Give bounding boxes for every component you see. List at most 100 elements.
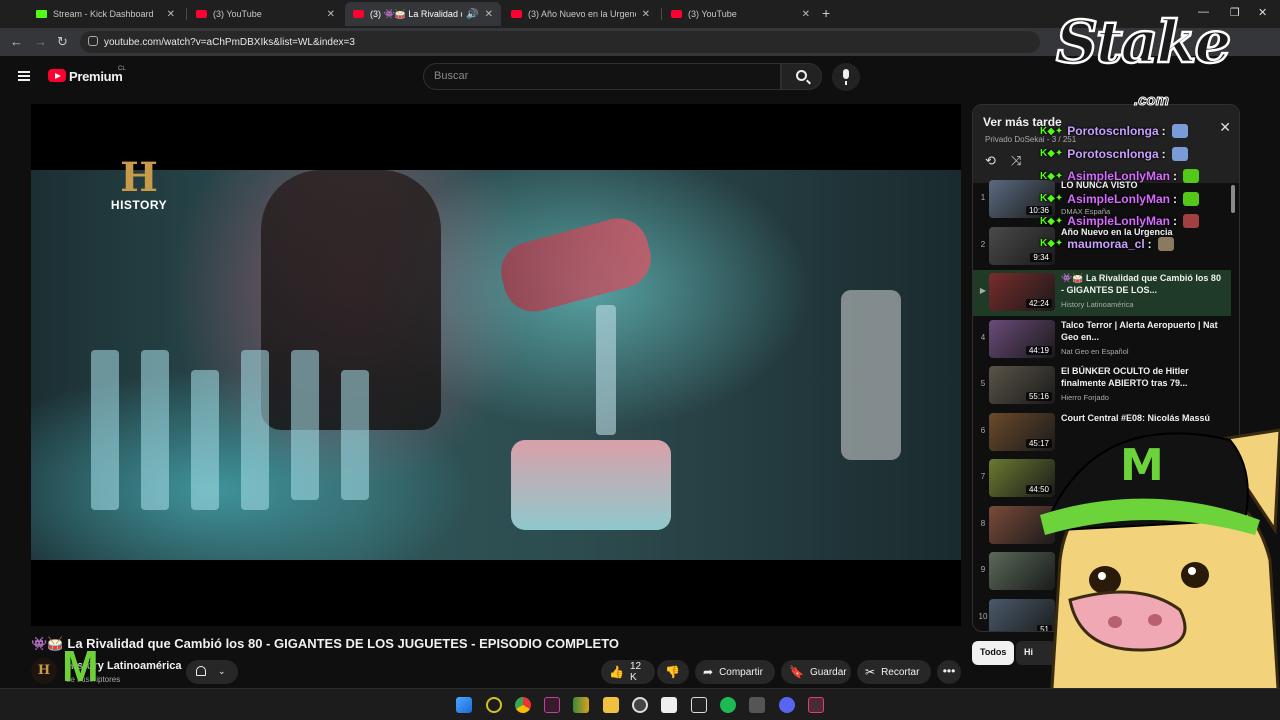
video-frame <box>31 170 961 560</box>
video-thumbnail[interactable]: 55:16 <box>989 366 1055 404</box>
playlist-item-index: 2 <box>980 239 986 249</box>
duration-badge: 44:19 <box>1025 345 1052 355</box>
chat-emote-icon <box>1182 214 1199 228</box>
stream-chat-overlay: K◆✦ Porotoscnlonga: K◆✦ Porotoscnlonga: K◆✦ A… <box>1040 120 1255 260</box>
playlist-item-index: 1 <box>980 193 986 202</box>
playlist-item-channel[interactable]: Nat Geo en Español <box>1061 347 1129 356</box>
chat-message: K◆✦ AsimpleLonlyMan: <box>1040 212 1199 230</box>
site-info-icon[interactable] <box>88 36 98 46</box>
youtube-favicon-icon <box>196 10 207 18</box>
chat-badges-icon: K◆✦ <box>1040 125 1064 137</box>
app-icon[interactable] <box>573 697 589 713</box>
playlist-item[interactable]: 5 55:16 El BÚNKER OCULTO de Hitler finalme… <box>973 363 1231 409</box>
chat-username: AsimpleLonlyMan <box>1067 169 1170 183</box>
video-player[interactable]: H HISTORY <box>31 104 961 626</box>
discord-icon[interactable] <box>779 697 795 713</box>
new-tab-icon[interactable]: + <box>822 5 830 21</box>
scissors-icon: ✂ <box>865 665 876 679</box>
search-input[interactable]: Buscar <box>423 63 781 90</box>
forward-icon[interactable]: → <box>34 34 47 49</box>
chat-emote-icon <box>1171 124 1188 138</box>
search-icon <box>796 70 807 81</box>
chat-emote-icon <box>1182 191 1199 206</box>
video-thumbnail[interactable]: 44:19 <box>989 319 1055 358</box>
cat-mascot-overlay: M <box>1040 428 1280 720</box>
history-channel-watermark: H HISTORY <box>110 154 168 213</box>
playlist-item-title[interactable]: 👾🥁 La Rivalidad que Cambió los 80 - GIGA… <box>1061 272 1225 296</box>
tab-youtube[interactable]: (3) YouTube ✕ <box>188 2 343 26</box>
close-tab-icon[interactable]: ✕ <box>327 9 335 20</box>
playlist-item-index: 5 <box>980 379 986 388</box>
file-explorer-icon[interactable] <box>603 697 619 713</box>
chat-emote-icon <box>1157 236 1174 251</box>
audio-playing-icon[interactable]: 🔊 <box>466 9 478 20</box>
app-icon[interactable] <box>749 697 765 713</box>
tab-ano-nuevo[interactable]: (3) Año Nuevo en la Urgencia - ✕ <box>503 2 658 26</box>
like-button[interactable]: 👍 12 K <box>601 660 655 684</box>
shuffle-icon[interactable]: ⤨ <box>1011 153 1021 169</box>
close-tab-icon[interactable]: ✕ <box>167 9 175 20</box>
chrome-icon[interactable] <box>515 697 531 713</box>
svg-text:M: M <box>1120 440 1164 491</box>
tab-kick-dashboard[interactable]: Stream - Kick Dashboard ✕ <box>28 2 183 26</box>
playlist-item[interactable]: ▶ 42:24 👾🥁 La Rivalidad que Cambió los 80 … <box>973 270 1231 316</box>
app-icon[interactable] <box>544 697 560 713</box>
close-tab-icon[interactable]: ✕ <box>485 9 493 20</box>
channel-avatar[interactable]: H <box>31 658 57 684</box>
chat-message: K◆✦ Porotoscnlonga: <box>1040 122 1188 140</box>
app-icon[interactable] <box>691 697 707 713</box>
share-button[interactable]: ➦ Compartir <box>695 660 775 684</box>
search-button[interactable] <box>781 63 822 90</box>
chat-message: K◆✦ maumoraa_cl: <box>1040 235 1174 253</box>
menu-icon[interactable] <box>18 71 30 81</box>
chat-message: K◆✦ Porotoscnlonga: <box>1040 145 1188 163</box>
chip-all[interactable]: Todos <box>972 641 1015 665</box>
playlist-item-index: ▶ <box>979 286 987 295</box>
close-tab-icon[interactable]: ✕ <box>642 9 650 20</box>
youtube-favicon-icon <box>353 10 364 18</box>
region-code: CL <box>118 66 126 72</box>
bookmark-icon: 🔖 <box>789 665 804 679</box>
chat-badges-icon: K◆✦ <box>1040 193 1064 204</box>
url-text: youtube.com/watch?v=aChPmDBXIks&list=WL&… <box>104 36 355 48</box>
close-window-icon[interactable]: ✕ <box>1258 6 1267 19</box>
app-icon[interactable] <box>808 697 824 713</box>
dislike-button[interactable]: 👎 <box>657 660 689 684</box>
youtube-brand[interactable]: Premium <box>69 69 123 84</box>
notifications-button[interactable]: ⌄ <box>186 660 238 684</box>
reload-icon[interactable]: ↻ <box>57 34 68 50</box>
playlist-item-index: 6 <box>980 425 986 435</box>
app-icon[interactable] <box>661 697 677 713</box>
youtube-favicon-icon <box>671 10 682 18</box>
more-actions-icon[interactable]: ••• <box>937 660 961 684</box>
tab-title: (3) 👾🥁 La Rivalidad que <box>370 8 462 19</box>
playlist-item-title[interactable]: Talco Terror | Alerta Aeropuerto | Nat G… <box>1061 319 1225 343</box>
close-tab-icon[interactable]: ✕ <box>802 9 810 20</box>
app-icon[interactable] <box>486 697 502 713</box>
address-bar[interactable]: youtube.com/watch?v=aChPmDBXIks&list=WL&… <box>80 31 1040 53</box>
back-icon[interactable]: ← <box>10 34 23 49</box>
duration-badge: 42:24 <box>1025 299 1052 308</box>
playlist-item-title[interactable]: El BÚNKER OCULTO de Hitler finalmente AB… <box>1061 365 1225 389</box>
tab-current-video[interactable]: (3) 👾🥁 La Rivalidad que 🔊 ✕ <box>345 2 501 26</box>
video-thumbnail[interactable]: 42:24 <box>989 273 1055 311</box>
kick-favicon-icon <box>36 10 47 18</box>
chat-badges-icon: K◆✦ <box>1040 170 1064 182</box>
spotify-icon[interactable] <box>720 697 736 713</box>
playlist-item-channel[interactable]: History Latinoamérica <box>1061 300 1134 309</box>
playlist-item[interactable]: 4 44:19 Talco Terror | Alerta Aeropuerto |… <box>973 317 1231 363</box>
youtube-favicon-icon <box>511 10 522 18</box>
obs-icon[interactable] <box>632 697 648 713</box>
voice-search-button[interactable] <box>832 63 860 91</box>
tab-title: (3) YouTube <box>688 9 737 19</box>
clip-button[interactable]: ✂ Recortar <box>857 660 931 684</box>
youtube-logo-icon[interactable] <box>48 69 66 82</box>
chat-username: Porotoscnlonga <box>1067 146 1159 161</box>
chat-badges-icon: K◆✦ <box>1040 148 1064 159</box>
start-menu-icon[interactable] <box>456 697 472 713</box>
loop-icon[interactable]: ⟲ <box>985 153 996 169</box>
tab-title: Stream - Kick Dashboard <box>53 9 154 19</box>
tab-youtube-2[interactable]: (3) YouTube ✕ <box>663 2 818 26</box>
save-button[interactable]: 🔖 Guardar <box>781 660 851 684</box>
playlist-item-channel[interactable]: Hierro Forjado <box>1061 393 1109 402</box>
